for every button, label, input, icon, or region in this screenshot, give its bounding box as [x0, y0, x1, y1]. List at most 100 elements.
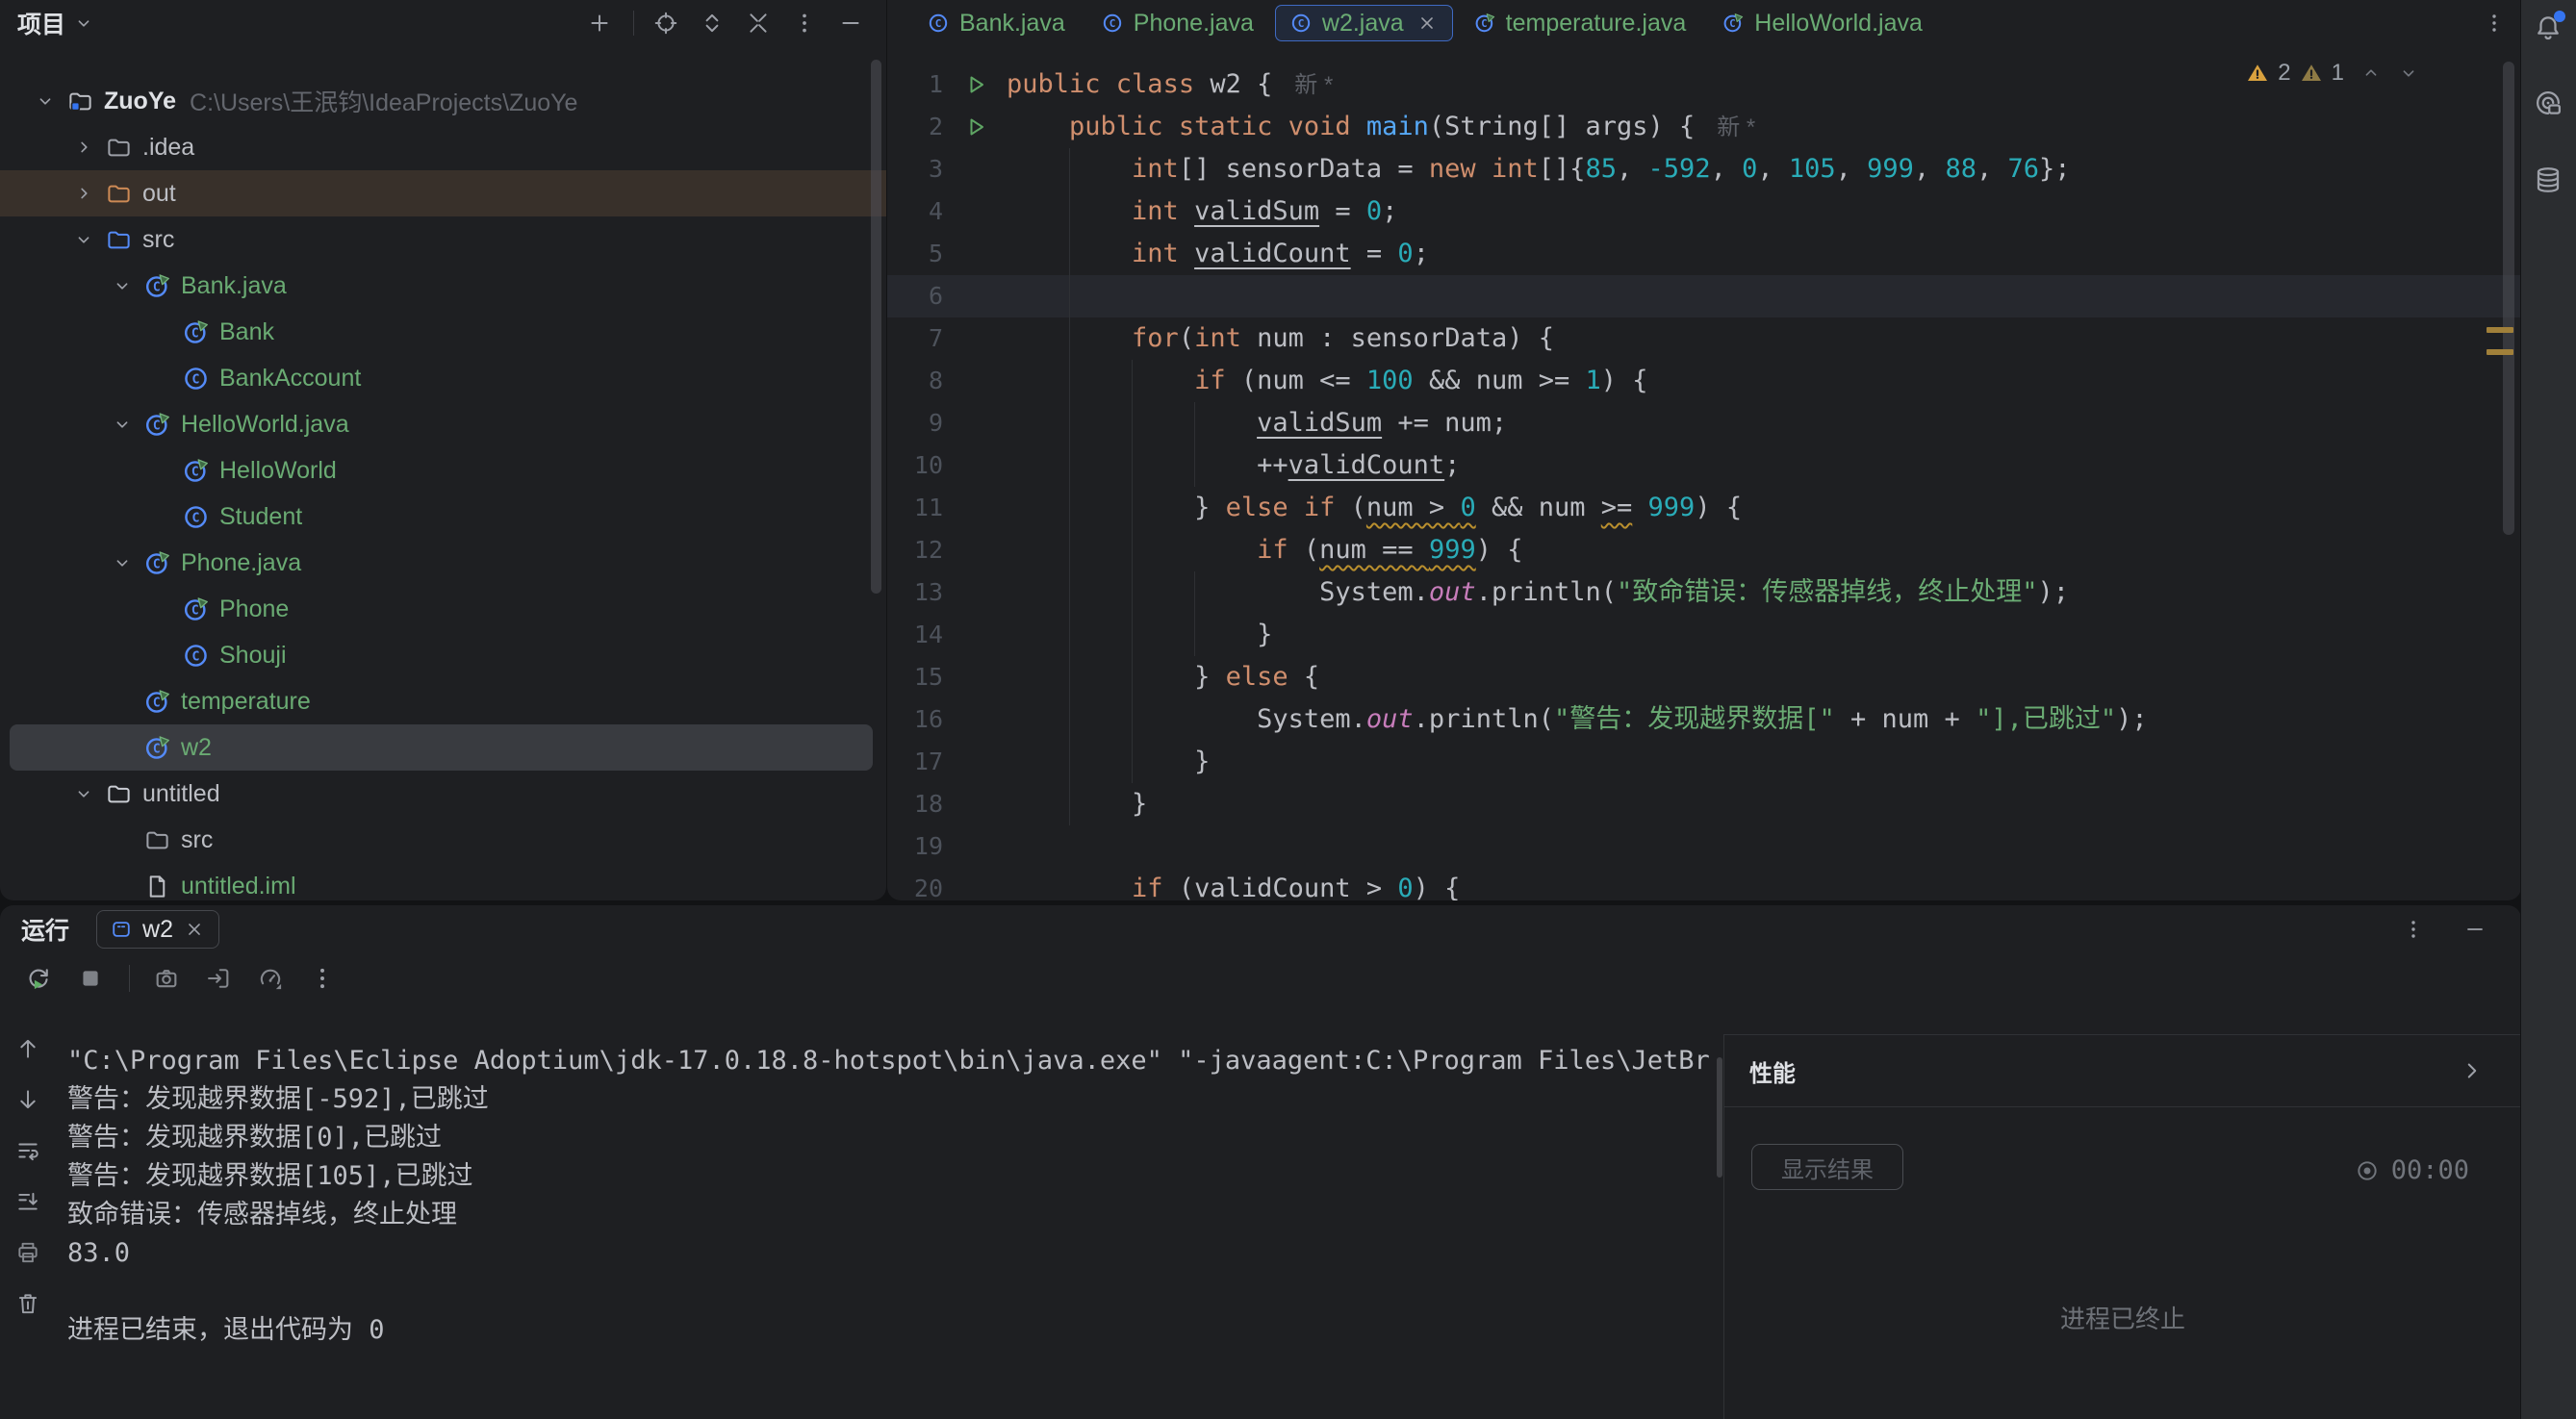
tree-item-Student[interactable]: CStudent — [0, 494, 886, 540]
editor-tab-w2.java[interactable]: Cw2.java — [1275, 5, 1453, 41]
tree-item-untitled.iml[interactable]: untitled.iml — [0, 863, 886, 900]
project-panel-title[interactable]: 项目 — [17, 6, 65, 40]
tree-item-Bank.java[interactable]: CBank.java — [0, 263, 886, 309]
console-output[interactable]: "C:\Program Files\Eclipse Adoptium\jdk-1… — [56, 1003, 1723, 1419]
tab-options-icon[interactable] — [2483, 12, 2506, 35]
tree-chevron-icon[interactable] — [112, 275, 144, 296]
run-tab-w2[interactable]: w2 — [96, 910, 219, 949]
collapse-all-icon[interactable] — [746, 11, 771, 36]
locate-file-icon[interactable] — [633, 11, 678, 36]
tree-item-.idea[interactable]: .idea — [0, 124, 886, 170]
expand-all-icon[interactable] — [700, 11, 725, 36]
tree-item-src[interactable]: src — [0, 817, 886, 863]
hide-panel-icon[interactable] — [838, 11, 863, 36]
code-line-2[interactable]: 2 public static void main(String[] args)… — [887, 106, 2521, 148]
run-line-icon[interactable] — [966, 116, 987, 138]
tree-item-src[interactable]: src — [0, 216, 886, 263]
class-icon: C — [928, 13, 949, 34]
soft-wrap-icon[interactable] — [15, 1138, 40, 1163]
code-line-6[interactable]: 6 — [887, 275, 2521, 317]
run-panel-title[interactable]: 运行 — [21, 912, 69, 947]
tree-item-out[interactable]: out — [0, 170, 886, 216]
ai-assistant-icon[interactable] — [2534, 89, 2563, 117]
inspections-widget[interactable]: 2 1 — [2246, 60, 2419, 87]
close-tab-icon[interactable] — [1416, 13, 1438, 34]
run-panel-options-icon[interactable] — [2402, 918, 2425, 941]
code-line-20[interactable]: 20 if (validCount > 0) { — [887, 868, 2521, 900]
tree-item-untitled[interactable]: untitled — [0, 771, 886, 817]
tree-chevron-icon[interactable] — [112, 552, 144, 573]
editor-tab-Phone.java[interactable]: CPhone.java — [1086, 5, 1269, 41]
tree-item-Phone.java[interactable]: CPhone.java — [0, 540, 886, 586]
editor-scrollbar[interactable] — [2503, 62, 2514, 535]
warning-stripe-mark[interactable] — [2487, 327, 2513, 333]
tree-chevron-icon[interactable] — [73, 229, 106, 250]
tree-item-w2[interactable]: Cw2 — [10, 724, 873, 771]
code-line-7[interactable]: 7 for(int num : sensorData) { — [887, 317, 2521, 360]
stop-icon[interactable] — [77, 965, 104, 992]
tree-item-ZuoYe[interactable]: ZuoYeC:\Users\王泯钧\IdeaProjects\ZuoYe — [0, 78, 886, 124]
tree-item-Bank[interactable]: CBank — [0, 309, 886, 355]
hide-run-panel-icon[interactable] — [2463, 918, 2487, 941]
tree-item-Shouji[interactable]: CShouji — [0, 632, 886, 678]
console-scrollbar[interactable] — [1717, 1057, 1722, 1178]
next-problem-icon[interactable] — [2398, 63, 2419, 84]
tree-chevron-icon[interactable] — [73, 137, 106, 158]
show-results-button[interactable]: 显示结果 — [1751, 1144, 1903, 1190]
run-line-icon[interactable] — [966, 74, 987, 95]
tree-chevron-icon[interactable] — [35, 90, 67, 112]
clear-all-icon[interactable] — [15, 1291, 40, 1316]
more-options-icon[interactable] — [309, 965, 336, 992]
code-line-19[interactable]: 19 — [887, 825, 2521, 868]
performance-panel: 性能 显示结果 00:00 进程已终止 — [1723, 1034, 2521, 1419]
prev-problem-icon[interactable] — [2360, 63, 2382, 84]
line-number: 12 — [887, 529, 947, 571]
scroll-to-end-icon[interactable] — [15, 1189, 40, 1214]
project-title-chevron-icon[interactable] — [73, 13, 94, 34]
folder-icon — [106, 227, 132, 253]
code-editor[interactable]: 1public class w2 { 新 *2 public static vo… — [887, 46, 2521, 900]
expand-performance-icon[interactable] — [2460, 1058, 2485, 1083]
tree-item-temperature[interactable]: Ctemperature — [0, 678, 886, 724]
code-line-5[interactable]: 5 int validCount = 0; — [887, 233, 2521, 275]
more-options-icon[interactable] — [792, 11, 817, 36]
record-icon — [2355, 1158, 2380, 1183]
ide-window: 项目 ZuoYeC:\Users\王泯钧\IdeaProjects\ZuoYe.… — [0, 0, 2576, 1419]
project-scrollbar[interactable] — [871, 60, 881, 594]
svg-text:C: C — [1730, 18, 1736, 30]
editor-tab-HelloWorld.java[interactable]: CHelloWorld.java — [1707, 5, 1938, 41]
tree-item-HelloWorld.java[interactable]: CHelloWorld.java — [0, 401, 886, 447]
project-path: C:\Users\王泯钧\IdeaProjects\ZuoYe — [190, 84, 577, 118]
screenshot-icon[interactable] — [129, 965, 180, 992]
tree-chevron-icon[interactable] — [73, 183, 106, 204]
rerun-icon[interactable] — [25, 965, 52, 992]
code-line-4[interactable]: 4 int validSum = 0; — [887, 190, 2521, 233]
editor-tab-Bank.java[interactable]: CBank.java — [912, 5, 1081, 41]
tree-item-HelloWorld[interactable]: CHelloWorld — [0, 447, 886, 494]
attach-debugger-icon[interactable] — [205, 965, 232, 992]
tree-item-BankAccount[interactable]: CBankAccount — [0, 355, 886, 401]
close-icon[interactable] — [184, 919, 205, 940]
notifications-icon[interactable] — [2534, 13, 2563, 42]
editor-tab-temperature.java[interactable]: Ctemperature.java — [1459, 5, 1702, 41]
warning-stripe-mark[interactable] — [2487, 349, 2513, 355]
tree-chevron-icon[interactable] — [112, 414, 144, 435]
svg-text:C: C — [191, 371, 199, 387]
tree-item-Phone[interactable]: CPhone — [0, 586, 886, 632]
code-line-3[interactable]: 3 int[] sensorData = new int[]{85, -592,… — [887, 148, 2521, 190]
print-icon[interactable] — [15, 1240, 40, 1265]
next-occurrence-icon[interactable] — [15, 1087, 40, 1112]
code-line-18[interactable]: 18 } — [887, 783, 2521, 825]
performance-header[interactable]: 性能 — [1724, 1035, 2521, 1107]
line-number: 6 — [887, 275, 947, 317]
console-line: 警告：发现越界数据[105],已跳过 — [67, 1157, 1723, 1196]
add-icon[interactable] — [587, 11, 612, 36]
line-number: 15 — [887, 656, 947, 698]
profiler-icon[interactable] — [257, 965, 284, 992]
project-panel: 项目 ZuoYeC:\Users\王泯钧\IdeaProjects\ZuoYe.… — [0, 0, 886, 900]
database-icon[interactable] — [2534, 165, 2563, 194]
prev-occurrence-icon[interactable] — [15, 1036, 40, 1061]
tree-chevron-icon[interactable] — [73, 783, 106, 804]
folder-icon — [106, 181, 132, 207]
svg-text:C: C — [191, 465, 199, 479]
